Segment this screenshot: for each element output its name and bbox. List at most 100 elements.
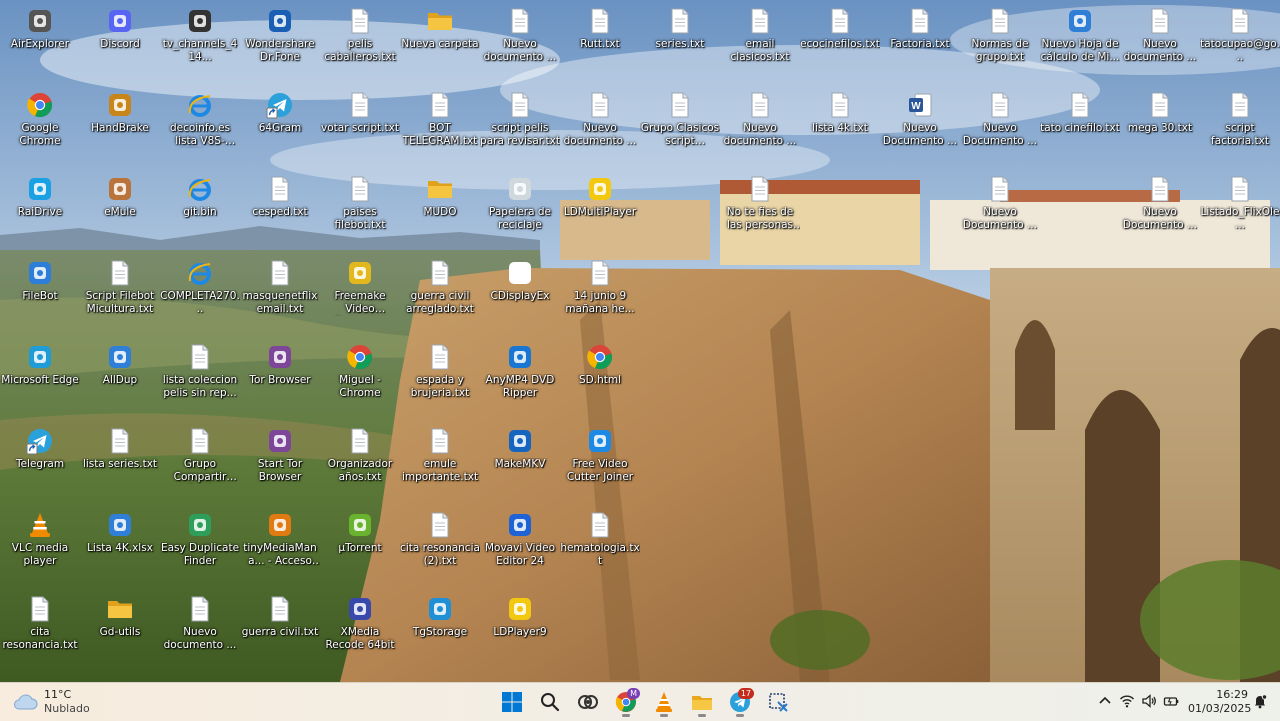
show-hidden-icons-button[interactable] bbox=[1094, 689, 1116, 713]
taskbar-airexplorer[interactable] bbox=[570, 686, 606, 718]
desktop-icon[interactable]: Nuevo Documento ... bbox=[960, 170, 1040, 254]
desktop-icon[interactable]: git.bin bbox=[160, 170, 240, 254]
text-file-icon bbox=[345, 90, 375, 120]
desktop-icon[interactable]: Script Filebot Micultura.txt bbox=[80, 254, 160, 338]
desktop-icon-label: script pelis para revisar.txt bbox=[480, 122, 560, 147]
desktop-icon[interactable]: script factoria.txt bbox=[1200, 86, 1280, 170]
desktop-icon[interactable]: Nuevo Hoja de cálculo de Mi... bbox=[1040, 2, 1120, 86]
weather-widget[interactable]: 11°C Nublado bbox=[12, 688, 90, 716]
taskbar-telegram[interactable]: 17 bbox=[722, 686, 758, 718]
desktop-icon[interactable]: lista 4k.txt bbox=[800, 86, 880, 170]
desktop-icon[interactable]: 64Gram bbox=[240, 86, 320, 170]
desktop-icon[interactable]: No te fies de las personas que n... bbox=[720, 170, 800, 254]
notifications-button[interactable] bbox=[1252, 693, 1268, 713]
desktop-icon[interactable]: eMule bbox=[80, 170, 160, 254]
battery-button[interactable] bbox=[1160, 689, 1182, 713]
desktop-icon[interactable]: XMedia Recode 64bit bbox=[320, 590, 400, 674]
desktop-icon[interactable]: Grupo Clasicos script series.txt bbox=[640, 86, 720, 170]
taskbar-snipping[interactable] bbox=[760, 686, 796, 718]
desktop-icon[interactable]: Grupo Compartir 2.txt bbox=[160, 422, 240, 506]
desktop-icon[interactable]: Nueva carpeta bbox=[400, 2, 480, 86]
desktop-icon[interactable]: cita resonancia.txt bbox=[0, 590, 80, 674]
desktop-icon[interactable]: Free Video Cutter Joiner bbox=[560, 422, 640, 506]
system-clock[interactable]: 16:29 01/03/2025 bbox=[1188, 688, 1251, 716]
taskbar-vlc[interactable] bbox=[646, 686, 682, 718]
desktop-icon[interactable]: Nuevo documento ... bbox=[720, 86, 800, 170]
desktop-icon[interactable]: votar script.txt bbox=[320, 86, 400, 170]
desktop-icon[interactable]: guerra civil arreglado.txt bbox=[400, 254, 480, 338]
start-button[interactable] bbox=[494, 686, 530, 718]
network-button[interactable] bbox=[1116, 689, 1138, 713]
desktop-icon[interactable]: Nuevo documento ... bbox=[480, 2, 560, 86]
desktop-icon[interactable]: Telegram bbox=[0, 422, 80, 506]
search-button[interactable] bbox=[532, 686, 568, 718]
desktop-icon[interactable]: Nuevo documento ... bbox=[1120, 2, 1200, 86]
desktop-icon[interactable]: LDPlayer9 bbox=[480, 590, 560, 674]
desktop-icon[interactable]: 14 junio 9 mañana he... bbox=[560, 254, 640, 338]
desktop-icon[interactable]: Tor Browser bbox=[240, 338, 320, 422]
desktop-icon[interactable]: AllDup bbox=[80, 338, 160, 422]
desktop-icon[interactable]: TgStorage bbox=[400, 590, 480, 674]
desktop-icon[interactable]: Microsoft Edge bbox=[0, 338, 80, 422]
desktop-icon[interactable]: Start Tor Browser bbox=[240, 422, 320, 506]
desktop-icon[interactable]: FileBot bbox=[0, 254, 80, 338]
desktop-icon[interactable]: tv_channels_414... bbox=[160, 2, 240, 86]
desktop-icon[interactable]: lista coleccion pelis sin rep... bbox=[160, 338, 240, 422]
desktop-icon[interactable]: MakeMKV bbox=[480, 422, 560, 506]
desktop-icon[interactable]: Listado_FlixOle... bbox=[1200, 170, 1280, 254]
desktop-icon[interactable]: Freemake Video Converter bbox=[320, 254, 400, 338]
volume-button[interactable] bbox=[1138, 689, 1160, 713]
desktop-icon[interactable]: email clasicos.txt bbox=[720, 2, 800, 86]
taskbar-file-explorer[interactable] bbox=[684, 686, 720, 718]
desktop-icon[interactable]: decoinfo.es lista V8S-V8No... bbox=[160, 86, 240, 170]
desktop-icon[interactable]: paises filebot.txt bbox=[320, 170, 400, 254]
desktop-icon[interactable]: Factoria.txt bbox=[880, 2, 960, 86]
desktop-icon[interactable]: LDMultiPlayer bbox=[560, 170, 640, 254]
desktop-icon[interactable]: emule importante.txt bbox=[400, 422, 480, 506]
desktop-icon[interactable]: tato cinefilo.txt bbox=[1040, 86, 1120, 170]
desktop-icon[interactable]: Nuevo Documento ... bbox=[960, 86, 1040, 170]
desktop-icon[interactable]: Papelera de reciclaje bbox=[480, 170, 560, 254]
desktop-icon[interactable]: RaiDrive bbox=[0, 170, 80, 254]
taskbar-chrome[interactable]: M bbox=[608, 686, 644, 718]
desktop-icon[interactable]: Discord bbox=[80, 2, 160, 86]
desktop-icon[interactable]: masquenetflix email.txt bbox=[240, 254, 320, 338]
desktop-icon[interactable]: ecocinefilos.txt bbox=[800, 2, 880, 86]
desktop-icon[interactable]: AirExplorer bbox=[0, 2, 80, 86]
desktop-icon[interactable]: Miguel - Chrome bbox=[320, 338, 400, 422]
desktop-icon[interactable]: Google Chrome bbox=[0, 86, 80, 170]
desktop-icon[interactable]: tinyMediaMana... - Acceso directo bbox=[240, 506, 320, 590]
desktop-icon[interactable]: Organizador años.txt bbox=[320, 422, 400, 506]
desktop-icon[interactable]: script pelis para revisar.txt bbox=[480, 86, 560, 170]
desktop-icon[interactable]: HandBrake bbox=[80, 86, 160, 170]
desktop-icon[interactable]: Easy Duplicate Finder bbox=[160, 506, 240, 590]
desktop-icon[interactable]: Lista 4K.xlsx bbox=[80, 506, 160, 590]
desktop-icon[interactable]: espada y brujeria.txt bbox=[400, 338, 480, 422]
desktop-icon[interactable]: Movavi Video Editor 24 bbox=[480, 506, 560, 590]
desktop-icon[interactable]: AnyMP4 DVD Ripper bbox=[480, 338, 560, 422]
desktop-icon[interactable]: CDisplayEx bbox=[480, 254, 560, 338]
desktop-icon[interactable]: Nuevo Documento ... bbox=[1120, 170, 1200, 254]
desktop-icon[interactable]: series.txt bbox=[640, 2, 720, 86]
desktop-icon[interactable]: Gd-utils bbox=[80, 590, 160, 674]
desktop-icon[interactable]: lista series.txt bbox=[80, 422, 160, 506]
desktop-icon[interactable]: hematologia.txt bbox=[560, 506, 640, 590]
desktop-icon[interactable]: MUDO bbox=[400, 170, 480, 254]
desktop-icon[interactable]: BOT TELEGRAM.txt bbox=[400, 86, 480, 170]
desktop-icon[interactable]: COMPLETA270... bbox=[160, 254, 240, 338]
desktop-icon[interactable]: SD.html bbox=[560, 338, 640, 422]
desktop-icon[interactable]: W Nuevo Documento ... bbox=[880, 86, 960, 170]
desktop-icon[interactable]: Rutt.txt bbox=[560, 2, 640, 86]
desktop-icon[interactable]: Wondershare Dr.Fone bbox=[240, 2, 320, 86]
desktop-icon[interactable]: pelis caballeros.txt bbox=[320, 2, 400, 86]
desktop-icon[interactable]: tatocupao@go... bbox=[1200, 2, 1280, 86]
desktop-icon[interactable]: cesped.txt bbox=[240, 170, 320, 254]
desktop-icon[interactable]: Nuevo documento ... bbox=[560, 86, 640, 170]
desktop-icon[interactable]: Normas de grupo.txt bbox=[960, 2, 1040, 86]
desktop-icon[interactable]: cita resonancia (2).txt bbox=[400, 506, 480, 590]
desktop-icon[interactable]: µTorrent bbox=[320, 506, 400, 590]
desktop-icon[interactable]: VLC media player bbox=[0, 506, 80, 590]
desktop-icon[interactable]: Nuevo documento ... bbox=[160, 590, 240, 674]
desktop-icon[interactable]: mega 30.txt bbox=[1120, 86, 1200, 170]
desktop-icon[interactable]: guerra civil.txt bbox=[240, 590, 320, 674]
